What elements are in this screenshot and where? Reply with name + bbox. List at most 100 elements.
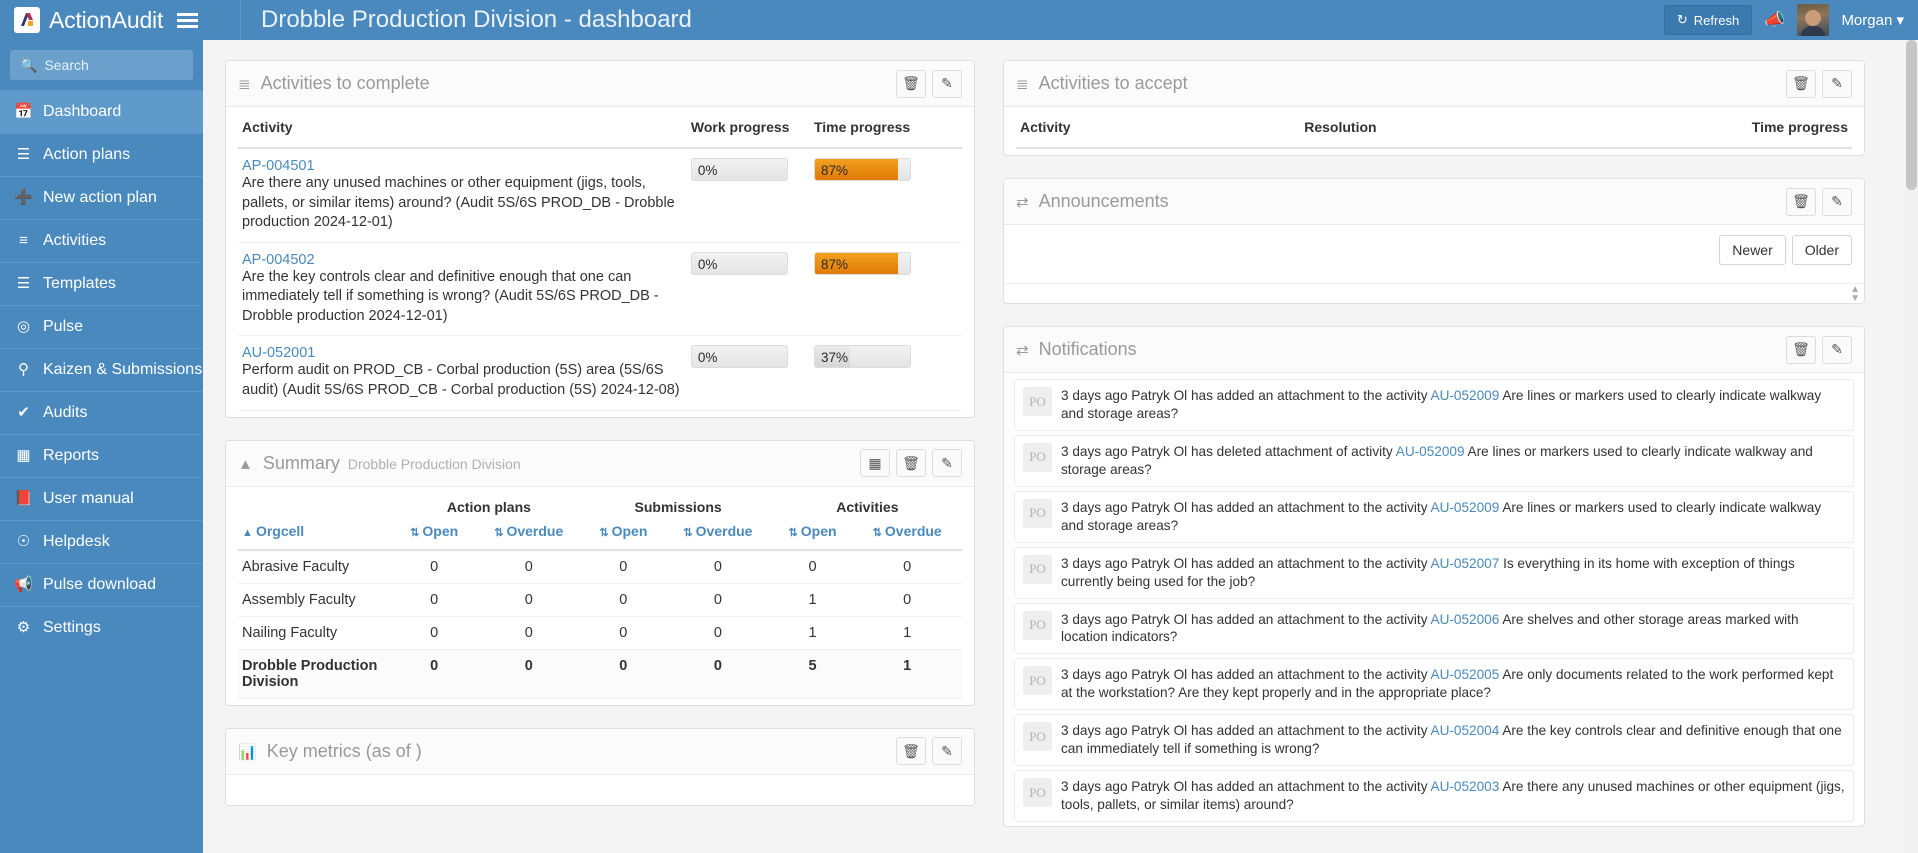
sidebar-item-settings[interactable]: ⚙Settings bbox=[0, 606, 203, 649]
edit-panel-button[interactable]: ✎ bbox=[932, 449, 962, 477]
sort-icon: ⇅ bbox=[873, 527, 885, 539]
menu-toggle-icon[interactable] bbox=[177, 13, 198, 28]
brand[interactable]: ActionAudit bbox=[0, 0, 240, 40]
sidebar-item-pulse[interactable]: ◎Pulse bbox=[0, 305, 203, 348]
orgcell-cell: Drobble Production Division bbox=[238, 649, 394, 698]
delete-panel-button[interactable]: 🗑 bbox=[896, 449, 926, 477]
avatar[interactable] bbox=[1797, 4, 1829, 36]
metric-cell: 0 bbox=[584, 649, 664, 698]
notification-activity-link[interactable]: AU-052005 bbox=[1431, 667, 1500, 682]
col-time-progress[interactable]: Time progress bbox=[810, 107, 962, 148]
announcement-scroll[interactable]: ▲▼ bbox=[1004, 283, 1864, 303]
sidebar-item-pulse-download[interactable]: 📢Pulse download bbox=[0, 563, 203, 606]
summary-col-overdue-6[interactable]: ⇅ Overdue bbox=[852, 519, 962, 550]
delete-panel-button[interactable]: 🗑 bbox=[1786, 188, 1816, 216]
metric-cell: 0 bbox=[663, 616, 773, 649]
notification-avatar: PO bbox=[1023, 443, 1052, 472]
table-row: AP-004502Are the key controls clear and … bbox=[238, 242, 962, 336]
summary-col-label: Overdue bbox=[885, 523, 942, 539]
metric-cell: 0 bbox=[394, 550, 474, 584]
table-view-button[interactable]: ▦ bbox=[860, 449, 890, 477]
notification-activity-link[interactable]: AU-052009 bbox=[1431, 500, 1500, 515]
refresh-button[interactable]: ↻ Refresh bbox=[1664, 5, 1752, 35]
notification-item[interactable]: PO3 days ago Patryk Ol has added an atta… bbox=[1014, 603, 1854, 655]
scroll-arrows-icon[interactable]: ▲▼ bbox=[1850, 285, 1860, 303]
delete-panel-button[interactable]: 🗑 bbox=[1786, 336, 1816, 364]
edit-panel-button[interactable]: ✎ bbox=[1822, 336, 1852, 364]
summary-col-orgcell-0[interactable]: ▲ Orgcell bbox=[238, 519, 394, 550]
col-resolution[interactable]: Resolution bbox=[1300, 107, 1601, 148]
sidebar-item-new-action-plan[interactable]: ➕New action plan bbox=[0, 176, 203, 219]
delete-panel-button[interactable]: 🗑 bbox=[896, 737, 926, 765]
table-row: AP-004501Are there any unused machines o… bbox=[238, 148, 962, 242]
notification-activity-link[interactable]: AU-052004 bbox=[1431, 723, 1500, 738]
edit-panel-button[interactable]: ✎ bbox=[932, 737, 962, 765]
notification-avatar: PO bbox=[1023, 666, 1052, 695]
col-activity[interactable]: Activity bbox=[238, 107, 687, 148]
col-activity[interactable]: Activity bbox=[1016, 107, 1300, 148]
sidebar-item-label: Helpdesk bbox=[43, 532, 110, 552]
table-row: Abrasive Faculty000000 bbox=[238, 550, 962, 584]
metric-cell: 1 bbox=[773, 616, 853, 649]
refresh-label: Refresh bbox=[1694, 13, 1740, 28]
notification-avatar: PO bbox=[1023, 387, 1052, 416]
sidebar-item-audits[interactable]: ✔Audits bbox=[0, 391, 203, 434]
activity-link[interactable]: AP-004501 bbox=[242, 158, 683, 174]
sidebar-item-action-plans[interactable]: ☰Action plans bbox=[0, 133, 203, 176]
group-activities: Activities bbox=[773, 487, 962, 519]
panel-actions: 🗑 ✎ bbox=[896, 737, 962, 765]
summary-col-open-5[interactable]: ⇅ Open bbox=[773, 519, 853, 550]
notification-item[interactable]: PO3 days ago Patryk Ol has added an atta… bbox=[1014, 714, 1854, 766]
newer-button[interactable]: Newer bbox=[1719, 235, 1785, 265]
sidebar-item-activities[interactable]: ≡Activities bbox=[0, 219, 203, 262]
older-button[interactable]: Older bbox=[1792, 235, 1852, 265]
metric-cell: 0 bbox=[584, 550, 664, 584]
sidebar-item-reports[interactable]: ▦Reports bbox=[0, 434, 203, 477]
delete-panel-button[interactable]: 🗑 bbox=[896, 70, 926, 98]
notification-activity-link[interactable]: AU-052009 bbox=[1396, 444, 1465, 459]
notification-item[interactable]: PO3 days ago Patryk Ol has added an atta… bbox=[1014, 547, 1854, 599]
edit-panel-button[interactable]: ✎ bbox=[932, 70, 962, 98]
panel-notifications: ⇄ Notifications 🗑 ✎ PO3 days ago Patryk … bbox=[1003, 326, 1865, 827]
sidebar-item-user-manual[interactable]: 📕User manual bbox=[0, 477, 203, 520]
sidebar-item-templates[interactable]: ☰Templates bbox=[0, 262, 203, 305]
sidebar-item-kaizen-submissions[interactable]: ⚲Kaizen & Submissions bbox=[0, 348, 203, 391]
sort-icon: ⇅ bbox=[789, 527, 801, 539]
sidebar-nav: 📅Dashboard☰Action plans➕New action plan≡… bbox=[0, 90, 203, 649]
progress-label: 0% bbox=[692, 346, 787, 368]
delete-panel-button[interactable]: 🗑 bbox=[1786, 70, 1816, 98]
activity-link[interactable]: AU-052001 bbox=[242, 345, 683, 361]
panel-key-metrics: 📊 Key metrics (as of ) 🗑 ✎ bbox=[225, 728, 975, 806]
notification-activity-link[interactable]: AU-052009 bbox=[1431, 388, 1500, 403]
activity-link[interactable]: AP-004502 bbox=[242, 252, 683, 268]
megaphone-icon: 📢 bbox=[14, 576, 33, 595]
scrollbar-thumb[interactable] bbox=[1906, 40, 1917, 190]
sidebar-item-helpdesk[interactable]: ☉Helpdesk bbox=[0, 520, 203, 563]
summary-col-open-3[interactable]: ⇅ Open bbox=[584, 519, 664, 550]
notification-item[interactable]: PO3 days ago Patryk Ol has deleted attac… bbox=[1014, 435, 1854, 487]
announcement-megaphone-icon[interactable]: 📣 bbox=[1764, 10, 1785, 30]
summary-col-overdue-2[interactable]: ⇅ Overdue bbox=[474, 519, 584, 550]
edit-panel-button[interactable]: ✎ bbox=[1822, 188, 1852, 216]
search-input[interactable]: 🔍 Search bbox=[10, 50, 193, 80]
notification-item[interactable]: PO3 days ago Patryk Ol has added an atta… bbox=[1014, 658, 1854, 710]
notification-activity-link[interactable]: AU-052007 bbox=[1431, 556, 1500, 571]
summary-col-overdue-4[interactable]: ⇅ Overdue bbox=[663, 519, 773, 550]
col-time-progress[interactable]: Time progress bbox=[1601, 107, 1852, 148]
edit-panel-button[interactable]: ✎ bbox=[1822, 70, 1852, 98]
notification-prefix: 3 days ago Patryk Ol has added an attach… bbox=[1061, 556, 1431, 571]
notification-item[interactable]: PO3 days ago Patryk Ol has added an atta… bbox=[1014, 379, 1854, 431]
table-row: AU-052001Perform audit on PROD_CB - Corb… bbox=[238, 336, 962, 410]
summary-col-open-1[interactable]: ⇅ Open bbox=[394, 519, 474, 550]
col-work-progress[interactable]: Work progress bbox=[687, 107, 810, 148]
notification-item[interactable]: PO3 days ago Patryk Ol has added an atta… bbox=[1014, 770, 1854, 822]
sidebar-item-dashboard[interactable]: 📅Dashboard bbox=[0, 90, 203, 133]
notification-activity-link[interactable]: AU-052006 bbox=[1431, 612, 1500, 627]
activities-to-accept-table: Activity Resolution Time progress bbox=[1016, 107, 1852, 149]
page-scrollbar[interactable] bbox=[1905, 40, 1918, 853]
bar-chart-icon: 📊 bbox=[238, 743, 257, 761]
bars-icon: ☰ bbox=[14, 275, 33, 294]
notification-item[interactable]: PO3 days ago Patryk Ol has added an atta… bbox=[1014, 491, 1854, 543]
user-menu[interactable]: Morgan ▾ bbox=[1841, 11, 1904, 29]
notification-activity-link[interactable]: AU-052003 bbox=[1431, 779, 1500, 794]
